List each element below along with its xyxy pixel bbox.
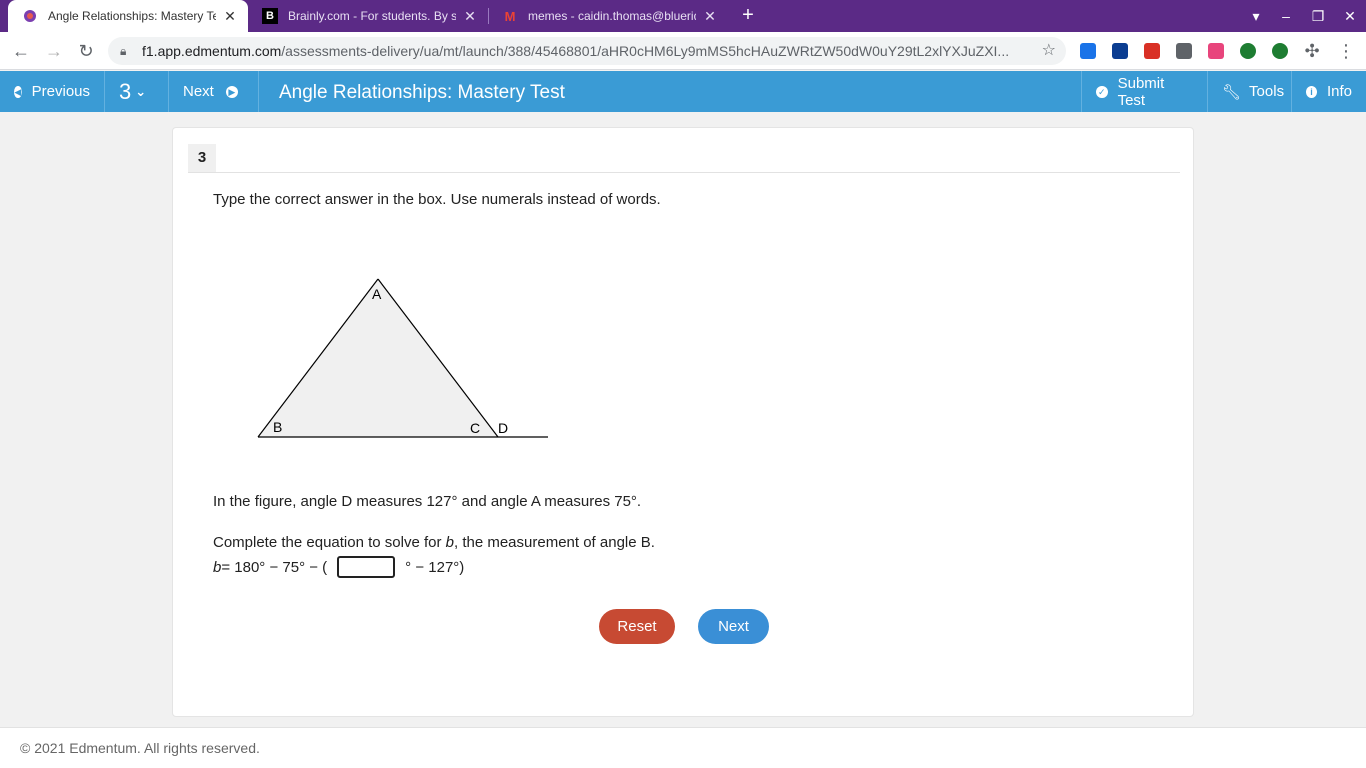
url-path: /assessments-delivery/ua/mt/launch/388/4… xyxy=(281,43,1010,59)
prompt-variable: b xyxy=(445,534,454,551)
reload-icon[interactable]: ↻ xyxy=(74,39,98,63)
browser-tab-strip: Angle Relationships: Mastery Tes ✕ B Bra… xyxy=(0,0,1366,32)
answer-input[interactable] xyxy=(337,556,396,578)
prompt-suffix: , the measurement of angle B. xyxy=(453,534,655,551)
question-number: 3 xyxy=(188,144,216,172)
tab-gmail[interactable]: M memes - caidin.thomas@bluerid ✕ xyxy=(488,0,728,32)
vertex-label-d: D xyxy=(498,420,508,436)
equation: b = 180° − 75° − ( ° − 127°) xyxy=(213,556,464,578)
browser-menu-icon[interactable]: ⋮ xyxy=(1334,39,1358,63)
vertex-label-c: C xyxy=(470,420,480,436)
vertex-label-b: B xyxy=(273,419,282,435)
question-selector-value: 3 xyxy=(119,78,132,104)
restore-icon[interactable]: ❐ xyxy=(1302,0,1334,32)
arrow-right-circle-icon: ▶ xyxy=(225,85,238,98)
info-circle-icon: i xyxy=(1306,85,1317,98)
arrow-left-circle-icon: ◀ xyxy=(14,85,22,98)
tools-button[interactable]: 🔧︎ Tools xyxy=(1207,71,1291,112)
extension-1-icon[interactable] xyxy=(1080,43,1096,59)
window-close-icon[interactable]: ✕ xyxy=(1334,0,1366,32)
test-toolbar: ◀ Previous 3 ⌄ Next ▶ Angle Relationship… xyxy=(0,71,1366,112)
statement-text: In the figure, angle D measures 127° and… xyxy=(213,493,642,510)
gmail-favicon-icon: M xyxy=(504,8,516,24)
extension-6-icon[interactable] xyxy=(1240,43,1256,59)
next-question-button[interactable]: Next ▶ xyxy=(169,71,259,112)
prompt-text: Complete the equation to solve for b, th… xyxy=(213,534,655,551)
equation-variable: b xyxy=(213,558,222,576)
tab-title: Angle Relationships: Mastery Tes xyxy=(48,9,216,23)
back-arrow-icon[interactable]: ← xyxy=(9,39,33,63)
address-bar-row: ← → ↻ 🔒︎ f1.app.edmentum.com/assessments… xyxy=(0,32,1366,70)
forward-arrow-icon[interactable]: → xyxy=(42,39,66,63)
tab-title: memes - caidin.thomas@bluerid xyxy=(528,9,696,23)
previous-label: Previous xyxy=(31,83,90,100)
brainly-favicon-icon: B xyxy=(262,8,278,24)
submit-label: Submit Test xyxy=(1117,74,1165,109)
tab-search-icon[interactable]: ▾ xyxy=(1240,0,1272,32)
prompt-prefix: Complete the equation to solve for xyxy=(213,534,446,551)
extension-4-icon[interactable] xyxy=(1176,43,1192,59)
new-tab-button[interactable]: + xyxy=(737,4,759,26)
lock-icon: 🔒︎ xyxy=(120,44,127,58)
info-button[interactable]: i Info xyxy=(1291,71,1366,112)
question-selector-dropdown[interactable]: 3 ⌄ xyxy=(105,71,169,112)
info-label: Info xyxy=(1326,83,1352,100)
minimize-icon[interactable]: – xyxy=(1270,0,1302,32)
divider xyxy=(188,172,1180,173)
page-footer: © 2021 Edmentum. All rights reserved. xyxy=(0,727,1366,768)
close-tab-icon[interactable]: ✕ xyxy=(462,8,478,25)
vertex-label-a: A xyxy=(372,286,382,302)
instruction-text: Type the correct answer in the box. Use … xyxy=(213,191,661,208)
page-title: Angle Relationships: Mastery Test xyxy=(279,82,565,103)
url-host: f1.app.edmentum.com xyxy=(142,43,282,59)
chevron-down-icon: ⌄ xyxy=(135,83,147,99)
wrench-icon: 🔧︎ xyxy=(1222,83,1242,101)
previous-button[interactable]: ◀ Previous xyxy=(0,71,105,112)
next-button[interactable]: Next xyxy=(698,609,769,644)
copyright-text: © 2021 Edmentum. All rights reserved. xyxy=(20,740,260,756)
check-circle-icon: ✓ xyxy=(1096,85,1108,98)
tab-angle-relationships[interactable]: Angle Relationships: Mastery Tes ✕ xyxy=(8,0,248,32)
close-tab-icon[interactable]: ✕ xyxy=(702,8,718,25)
tools-label: Tools xyxy=(1249,83,1285,100)
tab-title: Brainly.com - For students. By st xyxy=(288,9,456,23)
question-card: 3 Type the correct answer in the box. Us… xyxy=(172,127,1194,717)
extension-3-icon[interactable] xyxy=(1144,43,1160,59)
triangle-figure: A B C D xyxy=(257,278,548,438)
bookmark-star-icon[interactable]: ☆ xyxy=(1042,37,1056,65)
reset-button[interactable]: Reset xyxy=(599,609,675,644)
next-label: Next xyxy=(183,83,214,100)
close-tab-icon[interactable]: ✕ xyxy=(222,8,238,25)
extension-7-icon[interactable] xyxy=(1272,43,1288,59)
equation-right: ° − 127°) xyxy=(405,558,465,576)
edmentum-favicon-icon xyxy=(22,8,38,24)
extension-5-icon[interactable] xyxy=(1208,43,1224,59)
url-field[interactable]: 🔒︎ f1.app.edmentum.com/assessments-deliv… xyxy=(108,37,1066,65)
equation-left: = 180° − 75° − ( xyxy=(221,558,328,576)
tab-brainly[interactable]: B Brainly.com - For students. By st ✕ xyxy=(248,0,488,32)
extension-2-icon[interactable] xyxy=(1112,43,1128,59)
submit-test-button[interactable]: ✓ Submit Test xyxy=(1081,71,1207,112)
extensions-puzzle-icon[interactable]: ✣ xyxy=(1300,39,1324,63)
